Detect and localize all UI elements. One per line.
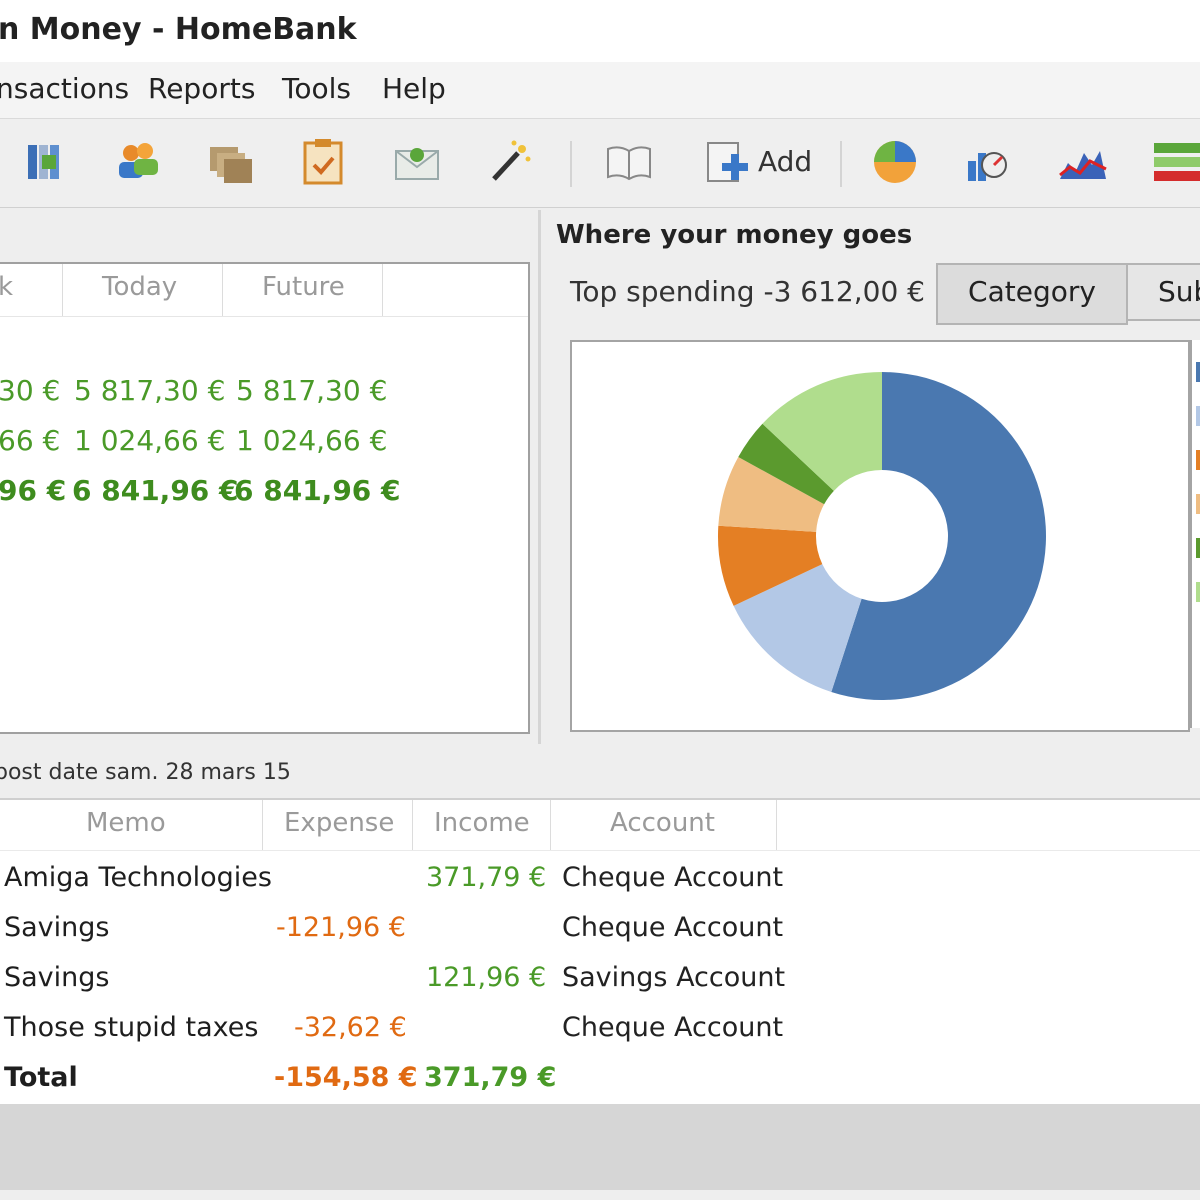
column-divider — [550, 800, 551, 850]
column-divider — [62, 264, 63, 316]
menu-reports[interactable]: Reports — [148, 72, 255, 105]
total-today: 6 841,96 € — [72, 474, 239, 507]
column-divider — [382, 264, 383, 316]
register-book-icon[interactable] — [602, 135, 656, 189]
add-transaction-icon[interactable] — [700, 135, 754, 189]
toolbar-separator — [570, 141, 572, 187]
toolbar: Add — [0, 118, 1200, 208]
legend-swatch — [1196, 362, 1200, 382]
total-bank: 96 € — [0, 474, 67, 507]
budget-report-icon[interactable] — [962, 135, 1016, 189]
payees-icon[interactable] — [110, 135, 164, 189]
chart-legend — [1190, 340, 1200, 728]
accounts-header: k Today Future — [0, 264, 528, 317]
account-cell: Cheque Account — [562, 862, 784, 893]
memo-cell: Amiga Technologies — [4, 862, 272, 893]
top-spending-label: Top spending -3 612,00 € — [570, 275, 925, 308]
legend-swatch — [1196, 538, 1200, 558]
total-label: Total — [4, 1062, 78, 1093]
categories-icon[interactable] — [204, 135, 258, 189]
column-divider — [222, 264, 223, 316]
column-today[interactable]: Today — [102, 272, 177, 302]
balance-bank: 66 € — [0, 424, 61, 457]
income-cell: 371,79 € — [426, 862, 547, 893]
donut-chart — [718, 372, 1047, 700]
column-divider — [776, 800, 777, 850]
account-cell: Cheque Account — [562, 912, 784, 943]
column-divider — [412, 800, 413, 850]
memo-cell: Savings — [4, 912, 110, 943]
balance-today: 1 024,66 € — [74, 424, 226, 457]
balance-report-icon[interactable] — [1056, 135, 1110, 189]
balance-future: 5 817,30 € — [236, 374, 388, 407]
add-label[interactable]: Add — [758, 145, 812, 178]
budget-icon[interactable] — [390, 135, 444, 189]
total-expense: -154,58 € — [274, 1062, 418, 1093]
upcoming-transactions-panel: Memo Expense Income Account Amiga Techno… — [0, 798, 1200, 1108]
legend-swatch — [1196, 450, 1200, 470]
column-memo[interactable]: Memo — [86, 808, 166, 838]
total-income: 371,79 € — [424, 1062, 557, 1093]
legend-swatch — [1196, 406, 1200, 426]
memo-cell: Savings — [4, 962, 110, 993]
accounts-summary-panel: k Today Future 30 € 5 817,30 € 5 817,30 … — [0, 262, 530, 734]
window-bottom-edge — [0, 1190, 1200, 1200]
legend-swatch — [1196, 582, 1200, 602]
header-line — [0, 850, 1200, 851]
post-date-label: post date sam. 28 mars 15 — [0, 760, 291, 785]
memo-cell: Those stupid taxes — [4, 1012, 259, 1043]
top-spending-text: Top spending — [570, 275, 755, 308]
statistics-pie-icon[interactable] — [868, 135, 922, 189]
menu-help[interactable]: Help — [382, 72, 446, 105]
column-expense[interactable]: Expense — [284, 808, 394, 838]
balance-bank: 30 € — [0, 374, 61, 407]
accounts-icon[interactable] — [18, 135, 72, 189]
trend-report-icon[interactable] — [1150, 135, 1200, 189]
account-cell: Savings Account — [562, 962, 786, 993]
toolbar-separator — [840, 141, 842, 187]
spending-chart — [570, 340, 1190, 732]
income-cell: 121,96 € — [426, 962, 547, 993]
menu-tools[interactable]: Tools — [282, 72, 351, 105]
pane-splitter[interactable] — [538, 210, 541, 744]
column-income[interactable]: Income — [434, 808, 530, 838]
column-bank[interactable]: k — [0, 272, 13, 302]
top-spending-value: -3 612,00 € — [763, 275, 925, 308]
tab-subcategory[interactable]: Sub — [1126, 263, 1200, 321]
expense-cell: -121,96 € — [276, 912, 406, 943]
expense-cell: -32,62 € — [294, 1012, 407, 1043]
balance-today: 5 817,30 € — [74, 374, 226, 407]
status-bar — [0, 1104, 1200, 1190]
column-account[interactable]: Account — [610, 808, 715, 838]
spending-title: Where your money goes — [556, 220, 913, 250]
assistant-wand-icon[interactable] — [484, 135, 538, 189]
title-bar: n Money - HomeBank — [0, 0, 1200, 63]
legend-swatch — [1196, 494, 1200, 514]
total-future: 6 841,96 € — [234, 474, 401, 507]
archives-icon[interactable] — [296, 135, 350, 189]
menu-transactions[interactable]: nsactions — [0, 72, 129, 105]
menu-bar: nsactions Reports Tools Help — [0, 62, 1200, 118]
account-cell: Cheque Account — [562, 1012, 784, 1043]
column-divider — [262, 800, 263, 850]
column-future[interactable]: Future — [262, 272, 345, 302]
balance-future: 1 024,66 € — [236, 424, 388, 457]
window-title: n Money - HomeBank — [0, 12, 357, 47]
tab-category[interactable]: Category — [936, 263, 1128, 325]
